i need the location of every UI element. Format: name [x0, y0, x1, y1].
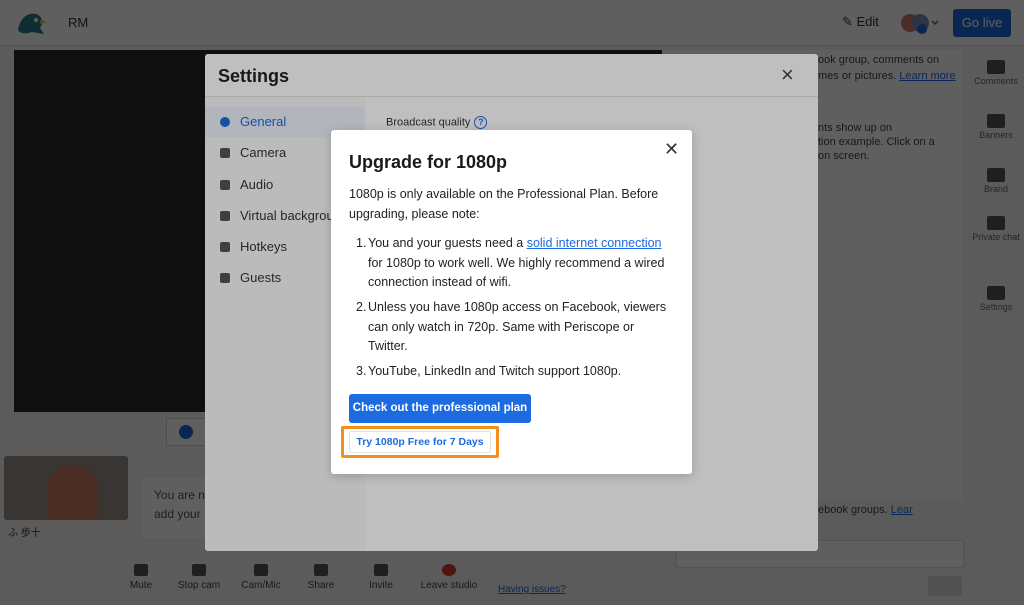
check-out-professional-plan-button[interactable]: Check out the professional plan — [349, 394, 531, 423]
upgrade-modal: Upgrade for 1080p ✕ 1080p is only availa… — [331, 130, 692, 474]
solid-internet-connection-link[interactable]: solid internet connection — [527, 236, 662, 250]
close-icon[interactable]: ✕ — [664, 140, 679, 158]
modal-intro-text: 1080p is only available on the Professio… — [349, 187, 659, 221]
modal-title: Upgrade for 1080p — [349, 152, 508, 172]
trial-button-highlight: Try 1080p Free for 7 Days — [341, 426, 499, 458]
list-item-text: YouTube, LinkedIn and Twitch support 108… — [368, 364, 622, 378]
list-item-text: You and your guests need a solid interne… — [368, 234, 670, 293]
list-item-number: 3. — [356, 364, 367, 378]
list-item-text: Unless you have 1080p access on Facebook… — [368, 300, 667, 353]
try-1080p-free-button[interactable]: Try 1080p Free for 7 Days — [349, 431, 491, 453]
list-item-text-before: You and your guests need a — [368, 236, 527, 250]
list-item-text-after: for 1080p to work well. We highly recomm… — [368, 255, 665, 290]
list-item-number: 1. — [356, 236, 367, 250]
list-item-number: 2. — [356, 300, 367, 314]
